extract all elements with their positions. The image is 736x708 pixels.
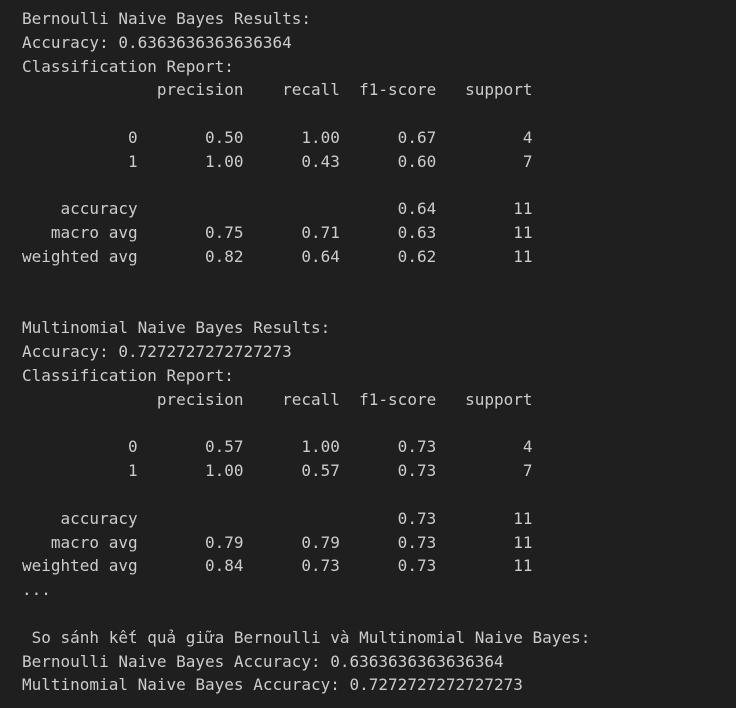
notebook-cell-output: Bernoulli Naive Bayes Results: Accuracy: … [22,7,590,697]
report-row-class-0: 0 0.50 1.00 0.67 4 [22,127,533,147]
report-row-macro-avg: macro avg 0.79 0.79 0.73 11 [22,532,533,552]
report-header-row: precision recall f1-score support [22,80,533,100]
output-line-bernoulli-report-label: Classification Report: [22,56,234,76]
output-line-bernoulli-accuracy-summary: Bernoulli Naive Bayes Accuracy: 0.636363… [22,651,504,671]
output-line-multinomial-report-label: Classification Report: [22,365,234,385]
output-line-multinomial-title: Multinomial Naive Bayes Results: [22,318,331,338]
output-truncation-ellipsis: ... [22,580,51,600]
report-row-class-1: 1 1.00 0.43 0.60 7 [22,151,533,171]
output-line-bernoulli-accuracy: Accuracy: 0.6363636363636364 [22,32,292,52]
report-row-class-1: 1 1.00 0.57 0.73 7 [22,461,533,481]
output-line-comparison-title: So sánh kết quả giữa Bernoulli và Multin… [22,627,591,647]
report-header-row: precision recall f1-score support [22,389,533,409]
report-row-weighted-avg: weighted avg 0.82 0.64 0.62 11 [22,246,533,266]
report-row-weighted-avg: weighted avg 0.84 0.73 0.73 11 [22,556,533,576]
report-row-class-0: 0 0.57 1.00 0.73 4 [22,437,533,457]
output-line-multinomial-accuracy-summary: Multinomial Naive Bayes Accuracy: 0.7272… [22,675,523,695]
report-row-macro-avg: macro avg 0.75 0.71 0.63 11 [22,223,533,243]
output-line-multinomial-accuracy: Accuracy: 0.7272727272727273 [22,342,292,362]
report-row-accuracy: accuracy 0.64 11 [22,199,533,219]
report-row-accuracy: accuracy 0.73 11 [22,508,533,528]
output-line-bernoulli-title: Bernoulli Naive Bayes Results: [22,9,311,28]
